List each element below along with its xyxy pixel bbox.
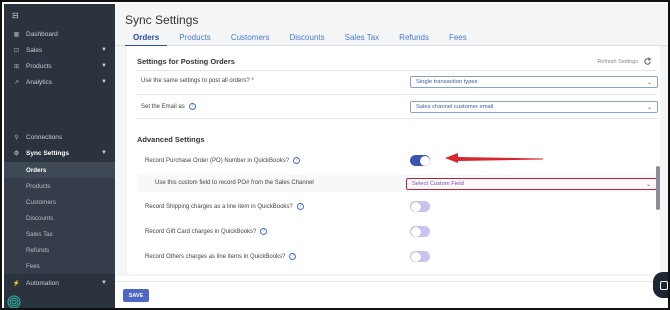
divider <box>137 94 657 95</box>
transaction-type-value: Single transaction types <box>416 79 478 85</box>
sidebar-item-analytics[interactable]: ↗ Analytics ▼ <box>4 74 115 90</box>
tab-discounts[interactable]: Discounts <box>282 33 333 47</box>
app-frame: ⊟ ▦ Dashboard ⊡ Sales ▼ ⊞ Products ▼ ↗ A… <box>0 0 670 310</box>
sidebar-subitem-products[interactable]: Products <box>4 178 115 194</box>
giftcard-toggle[interactable] <box>410 226 430 237</box>
refresh-icon <box>644 57 652 65</box>
sidebar-item-automation[interactable]: ⚡ Automation ▼ <box>4 275 115 291</box>
giftcard-row-label: Record Gift Card charges in QuickBooks? … <box>145 228 268 235</box>
others-label: Record Others charges as line items in Q… <box>145 253 286 260</box>
sidebar-item-dashboard[interactable]: ▦ Dashboard <box>4 26 115 42</box>
toggle-knob <box>410 226 421 237</box>
sidebar-subitem-orders[interactable]: Orders <box>4 162 115 178</box>
sidebar-subitem-fees[interactable]: Fees <box>4 258 115 274</box>
tab-fees[interactable]: Fees <box>441 33 475 47</box>
tab-products[interactable]: Products <box>171 33 219 47</box>
po-row-label: Record Purchase Order (PO) Number in Qui… <box>145 157 301 164</box>
email-label: Set the Email as <box>141 103 185 110</box>
gear-icon: ⚙ <box>13 150 20 157</box>
giftcard-label: Record Gift Card charges in QuickBooks? <box>145 228 257 235</box>
chevron-down-icon: ⌄ <box>645 182 651 188</box>
page-title: Sync Settings <box>125 13 199 27</box>
tab-orders[interactable]: Orders <box>125 33 168 47</box>
po-toggle[interactable] <box>410 155 430 166</box>
shipping-label: Record Shipping charges as a line item i… <box>145 203 293 210</box>
sidebar-item-label: Connections <box>26 133 63 141</box>
refresh-settings-button[interactable]: Refresh Settings <box>597 57 652 66</box>
sidebar-item-label: Analytics <box>26 78 53 86</box>
tab-refunds[interactable]: Refunds <box>391 33 437 47</box>
sidebar-item-label: Sync Settings <box>26 149 69 157</box>
tag-icon: ⊡ <box>13 47 20 54</box>
same-settings-label: Use the same settings to post all orders… <box>141 78 254 84</box>
divider <box>137 118 657 119</box>
refresh-label: Refresh Settings <box>597 58 638 65</box>
sidebar-item-sales[interactable]: ⊡ Sales ▼ <box>4 42 115 58</box>
sidebar-collapse-icon[interactable]: ⊟ <box>12 11 19 20</box>
sidebar-item-connections[interactable]: ⚲ Connections <box>4 129 115 145</box>
page-header: Sync Settings Orders Products Customers … <box>115 4 668 47</box>
others-toggle[interactable] <box>410 251 430 262</box>
toggle-knob <box>419 155 430 166</box>
sidebar-item-label: Dashboard <box>26 30 58 38</box>
sidebar: ⊟ ▦ Dashboard ⊡ Sales ▼ ⊞ Products ▼ ↗ A… <box>4 4 115 308</box>
divider <box>137 70 657 71</box>
transaction-type-select[interactable]: Single transaction types ⌄ <box>410 76 658 88</box>
custom-field-select[interactable]: Select Custom Field ⌄ <box>406 178 657 190</box>
email-select[interactable]: Sales channel customer email ⌄ <box>410 101 658 113</box>
sidebar-subitem-refunds[interactable]: Refunds <box>4 242 115 258</box>
settings-card: Settings for Posting Orders Refresh Sett… <box>127 46 660 274</box>
po-label: Record Purchase Order (PO) Number in Qui… <box>145 157 290 164</box>
sidebar-item-sync-settings[interactable]: ⚙ Sync Settings ▼ <box>4 145 115 161</box>
fingerprint-icon <box>7 295 21 308</box>
tab-sales-tax[interactable]: Sales Tax <box>337 33 388 47</box>
help-icon[interactable]: ? <box>293 157 301 164</box>
sidebar-subitem-sales-tax[interactable]: Sales Tax <box>4 226 115 242</box>
annotation-arrow <box>445 153 543 163</box>
sidebar-subitem-discounts[interactable]: Discounts <box>4 210 115 226</box>
help-icon[interactable]: ? <box>296 203 304 210</box>
lightning-icon: ⚡ <box>12 280 21 287</box>
box-icon: ⊞ <box>13 63 20 70</box>
posting-section-title: Settings for Posting Orders <box>137 57 235 66</box>
email-value: Sales channel customer email <box>416 104 494 110</box>
chevron-down-icon: ▼ <box>101 150 107 156</box>
sidebar-subitem-customers[interactable]: Customers <box>4 194 115 210</box>
others-row-label: Record Others charges as line items in Q… <box>145 253 297 260</box>
help-icon[interactable]: ? <box>289 253 297 260</box>
tab-bar: Orders Products Customers Discounts Sale… <box>125 33 479 47</box>
scrollbar-thumb[interactable] <box>656 166 660 210</box>
toggle-knob <box>410 251 421 262</box>
advanced-section-title: Advanced Settings <box>137 135 205 144</box>
help-icon[interactable]: ? <box>260 228 268 235</box>
chevron-down-icon: ⌄ <box>646 105 652 111</box>
sidebar-item-products[interactable]: ⊞ Products ▼ <box>4 58 115 74</box>
save-button[interactable]: SAVE <box>123 289 149 302</box>
chevron-down-icon: ▼ <box>101 79 107 85</box>
help-icon[interactable]: ? <box>188 103 196 110</box>
sidebar-item-label: Sales <box>26 46 43 54</box>
chevron-down-icon: ⌄ <box>646 80 652 86</box>
shipping-toggle[interactable] <box>410 201 430 212</box>
email-label-row: Set the Email as ? <box>141 103 196 110</box>
chevron-down-icon: ▼ <box>101 47 107 53</box>
dashboard-icon: ▦ <box>13 31 20 38</box>
chevron-down-icon: ▼ <box>101 280 107 286</box>
connections-icon: ⚲ <box>14 134 19 141</box>
tab-customers[interactable]: Customers <box>223 33 278 47</box>
shipping-row-label: Record Shipping charges as a line item i… <box>145 203 304 210</box>
sidebar-item-label: Automation <box>26 279 59 287</box>
custom-field-placeholder: Select Custom Field <box>412 181 464 187</box>
sidebar-item-label: Products <box>26 62 52 70</box>
page-footer: SAVE <box>115 281 668 308</box>
chevron-down-icon: ▼ <box>101 63 107 69</box>
trend-icon: ↗ <box>13 79 20 86</box>
main-content: Settings for Posting Orders Refresh Sett… <box>115 46 668 276</box>
toggle-knob <box>410 201 421 212</box>
custom-field-label: Use this custom field to record PO# from… <box>155 180 314 186</box>
chat-widget-icon[interactable] <box>653 272 668 298</box>
